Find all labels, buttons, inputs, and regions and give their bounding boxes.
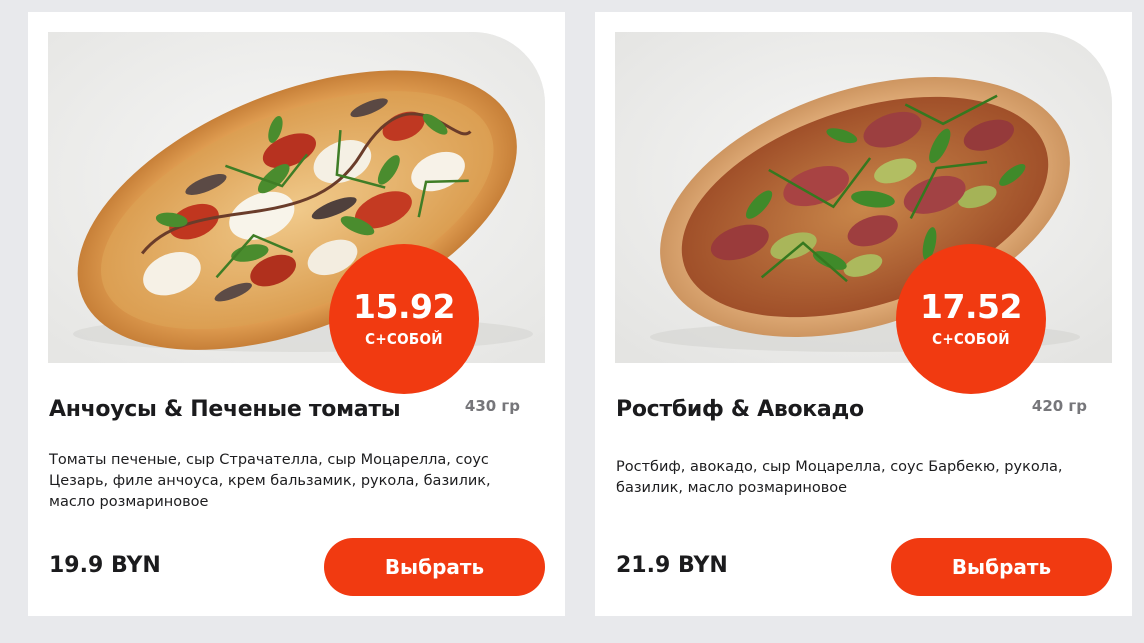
takeaway-label: С+СОБОЙ [365, 330, 443, 348]
product-price: 19.9 BYN [49, 553, 161, 578]
takeaway-price-badge: 15.92 С+СОБОЙ [329, 244, 479, 394]
choose-button[interactable]: Выбрать [891, 538, 1112, 596]
product-description: Ростбиф, авокадо, сыр Моцарелла, соус Ба… [616, 459, 1063, 496]
choose-button[interactable]: Выбрать [324, 538, 545, 596]
product-card[interactable]: 15.92 С+СОБОЙ Анчоусы & Печеные томаты 4… [28, 12, 565, 616]
takeaway-price: 15.92 [353, 287, 455, 326]
product-title: Ростбиф & Авокадо [616, 397, 864, 422]
product-card[interactable]: 17.52 С+СОБОЙ Ростбиф & Авокадо 420 гр Р… [595, 12, 1132, 616]
product-description: Томаты печеные, сыр Страчателла, сыр Моц… [49, 452, 491, 510]
product-price: 21.9 BYN [616, 553, 728, 578]
takeaway-price-badge: 17.52 С+СОБОЙ [896, 244, 1046, 394]
takeaway-price: 17.52 [920, 287, 1022, 326]
product-title: Анчоусы & Печеные томаты [49, 397, 401, 422]
takeaway-label: С+СОБОЙ [932, 330, 1010, 348]
product-weight: 430 гр [464, 397, 520, 415]
product-weight: 420 гр [1031, 397, 1087, 415]
